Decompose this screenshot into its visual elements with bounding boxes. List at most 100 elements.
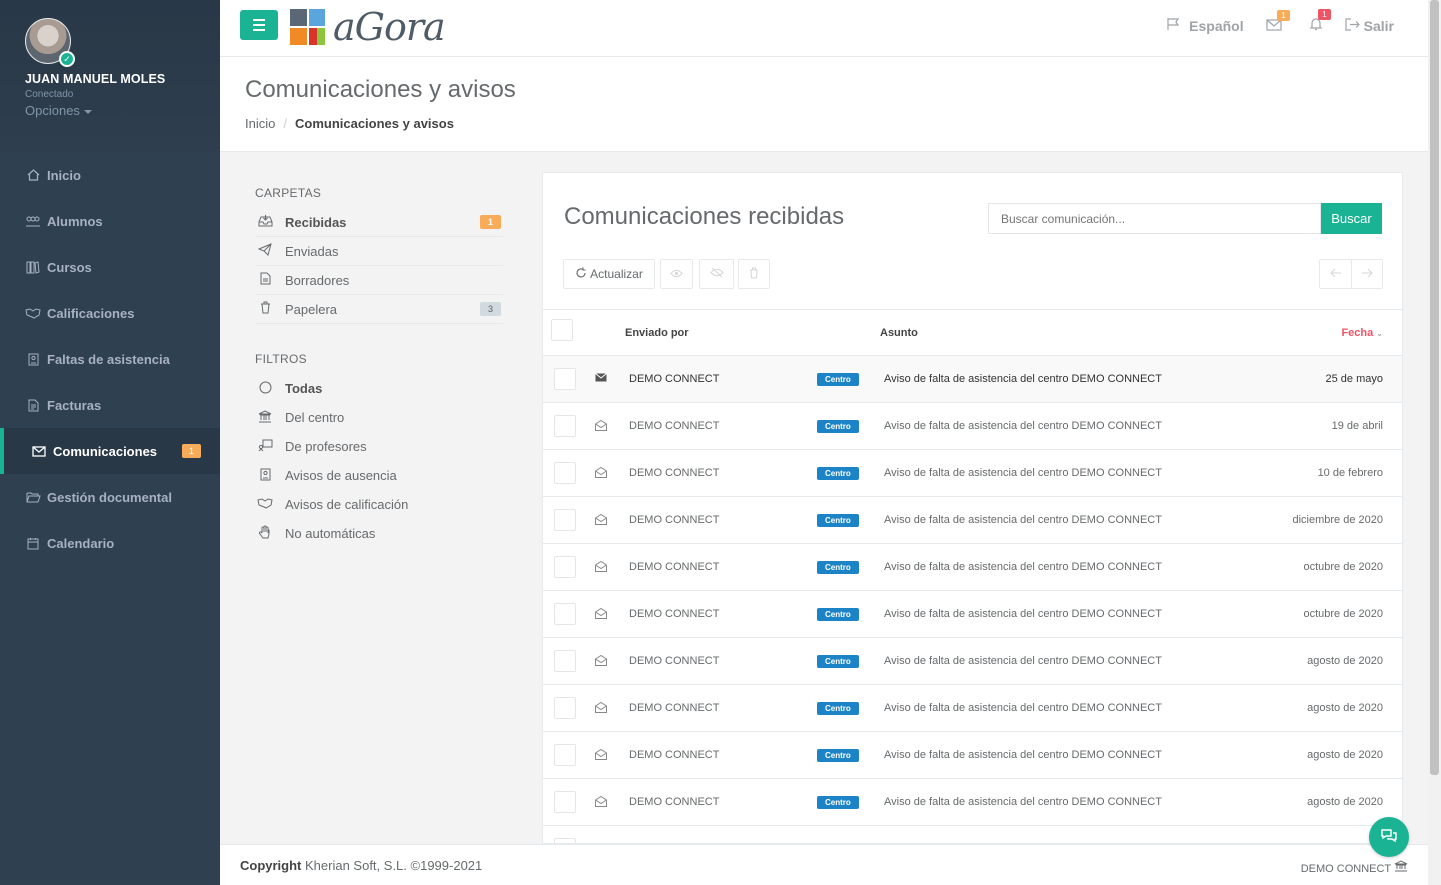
main-nav: Inicio Alumnos Cursos Calificaciones Fal… — [0, 152, 220, 566]
filter-no-automaticas[interactable]: No automáticas — [255, 519, 503, 548]
row-tag: Centro — [817, 561, 859, 574]
sidebar: ✓ JUAN MANUEL MOLES Conectado Opciones I… — [0, 0, 220, 885]
folder-enviadas[interactable]: Enviadas — [255, 237, 503, 266]
mark-unread-button[interactable] — [699, 259, 734, 289]
breadcrumb-home-link[interactable]: Inicio — [245, 116, 275, 131]
nav-item-comunicaciones[interactable]: Comunicaciones 1 — [0, 428, 220, 474]
language-selector[interactable]: Español — [1166, 17, 1244, 34]
handshake-icon — [257, 497, 273, 512]
messages-button[interactable]: 1 — [1266, 9, 1290, 34]
row-tag: Centro — [817, 373, 859, 386]
table-row[interactable]: DEMO CONNECT Centro Aviso de falta de as… — [543, 779, 1402, 826]
envelope-icon — [31, 444, 47, 458]
row-checkbox[interactable] — [554, 415, 576, 437]
table-row[interactable]: DEMO CONNECT Centro Aviso de falta de as… — [543, 403, 1402, 450]
nav-item-gestion-documental[interactable]: Gestión documental — [0, 474, 220, 520]
profile-options-dropdown[interactable]: Opciones — [25, 103, 220, 118]
filter-label: Avisos de ausencia — [285, 468, 397, 483]
select-all-checkbox[interactable] — [551, 319, 573, 341]
row-subject: Aviso de falta de asistencia del centro … — [884, 702, 1162, 714]
folders-panel: CARPETAS Recibidas 1 Enviadas Borradores … — [255, 186, 503, 548]
messages-count-badge: 1 — [1277, 9, 1290, 21]
calendar-icon — [25, 536, 41, 550]
delete-button[interactable] — [738, 259, 770, 289]
nav-label: Faltas de asistencia — [47, 351, 170, 367]
chat-button[interactable] — [1369, 817, 1409, 857]
envelope-open-icon — [595, 419, 607, 431]
nav-item-inicio[interactable]: Inicio — [0, 152, 220, 198]
arrow-right-icon — [1361, 267, 1373, 281]
mark-read-button[interactable] — [660, 259, 693, 289]
row-checkbox[interactable] — [554, 556, 576, 578]
row-checkbox[interactable] — [554, 603, 576, 625]
logout-button[interactable]: Salir — [1345, 18, 1394, 34]
breadcrumb-current: Comunicaciones y avisos — [294, 116, 454, 131]
logo-square — [308, 9, 325, 26]
next-page-button[interactable] — [1351, 259, 1383, 289]
nav-item-faltas[interactable]: Faltas de asistencia — [0, 336, 220, 382]
filter-list: Todas Del centro De profesores Avisos de… — [255, 374, 503, 548]
row-checkbox[interactable] — [554, 509, 576, 531]
table-row[interactable]: DEMO CONNECT Centro Aviso de falta de as… — [543, 685, 1402, 732]
filter-del-centro[interactable]: Del centro — [255, 403, 503, 432]
row-subject: Aviso de falta de asistencia del centro … — [884, 467, 1162, 479]
teacher-icon — [257, 439, 273, 455]
table-row[interactable]: DEMO CONNECT Centro Aviso de falta de as… — [543, 356, 1402, 403]
row-checkbox[interactable] — [554, 462, 576, 484]
folders-heading: CARPETAS — [255, 186, 322, 200]
previous-page-button[interactable] — [1319, 259, 1351, 289]
filter-avisos-ausencia[interactable]: Avisos de ausencia — [255, 461, 503, 490]
col-subject-header: Asunto — [880, 326, 918, 339]
row-subject: Aviso de falta de asistencia del centro … — [884, 373, 1162, 385]
refresh-button[interactable]: Actualizar — [563, 259, 655, 289]
nav-item-calendario[interactable]: Calendario — [0, 520, 220, 566]
logo-square — [290, 28, 307, 45]
filter-de-profesores[interactable]: De profesores — [255, 432, 503, 461]
row-checkbox[interactable] — [554, 744, 576, 766]
page-scrollbar[interactable] — [1428, 0, 1441, 885]
folder-list: Recibidas 1 Enviadas Borradores Papelera 3 — [255, 208, 503, 324]
row-checkbox[interactable] — [554, 697, 576, 719]
table-row[interactable]: DEMO CONNECT Centro Aviso de falta de as… — [543, 638, 1402, 685]
envelope-open-icon — [595, 466, 607, 478]
row-checkbox[interactable] — [554, 650, 576, 672]
row-tag: Centro — [817, 514, 859, 527]
folder-recibidas[interactable]: Recibidas 1 — [255, 208, 503, 237]
scrollbar-thumb[interactable] — [1430, 0, 1439, 775]
table-row[interactable]: DEMO CONNECT Centro Aviso de falta de as… — [543, 497, 1402, 544]
envelope-open-icon — [595, 607, 607, 619]
logo-square — [308, 28, 325, 45]
search-button[interactable]: Buscar — [1321, 203, 1382, 234]
inbox-icon — [257, 214, 273, 230]
row-date: agosto de 2020 — [1307, 796, 1383, 808]
table-row[interactable]: DEMO CONNECT Centro Aviso de falta de as… — [543, 544, 1402, 591]
nav-item-facturas[interactable]: Facturas — [0, 382, 220, 428]
alerts-button[interactable]: 1 — [1309, 9, 1331, 34]
folder-label: Papelera — [285, 301, 338, 317]
filter-label: De profesores — [285, 439, 367, 454]
nav-item-calificaciones[interactable]: Calificaciones — [0, 290, 220, 336]
folder-papelera[interactable]: Papelera 3 — [255, 295, 503, 324]
folder-borradores[interactable]: Borradores — [255, 266, 503, 295]
filter-avisos-calificacion[interactable]: Avisos de calificación — [255, 490, 503, 519]
row-checkbox[interactable] — [554, 791, 576, 813]
envelope-open-icon — [595, 654, 607, 666]
table-row[interactable]: DEMO CONNECT Centro Aviso de falta de as… — [543, 450, 1402, 497]
avatar[interactable]: ✓ — [25, 18, 75, 67]
row-checkbox[interactable] — [554, 368, 576, 390]
row-date: octubre de 2020 — [1303, 561, 1383, 573]
search-input[interactable] — [988, 203, 1321, 234]
nav-item-cursos[interactable]: Cursos — [0, 244, 220, 290]
table-row[interactable]: DEMO CONNECT Centro Aviso de falta de as… — [543, 591, 1402, 638]
filter-todas[interactable]: Todas — [255, 374, 503, 403]
row-sender: DEMO CONNECT — [629, 514, 720, 526]
menu-toggle-button[interactable] — [240, 10, 278, 40]
agora-logo[interactable]: aGora — [290, 8, 446, 46]
nav-item-alumnos[interactable]: Alumnos — [0, 198, 220, 244]
folder-label: Recibidas — [285, 214, 347, 230]
envelope-open-icon — [595, 560, 607, 572]
language-label: Español — [1189, 17, 1244, 34]
table-row[interactable]: DEMO CONNECT Centro Aviso de falta de as… — [543, 732, 1402, 779]
col-date-header[interactable]: Fecha ⌄ — [1341, 327, 1383, 339]
users-icon — [25, 214, 41, 228]
